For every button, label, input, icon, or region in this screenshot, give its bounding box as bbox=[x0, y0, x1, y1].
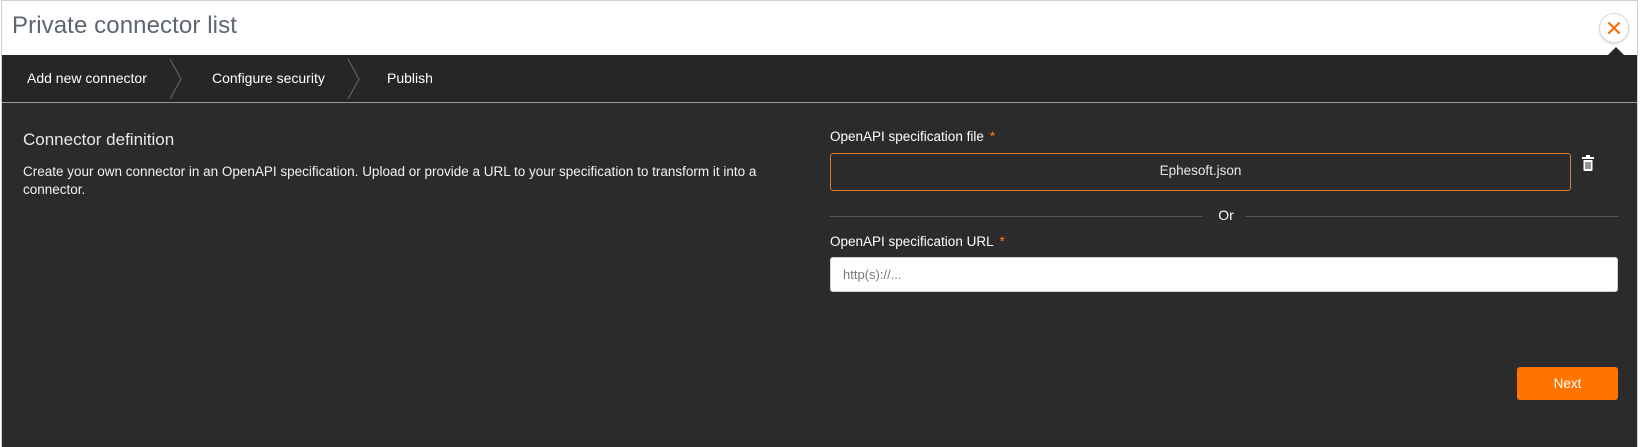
dialog-title: Private connector list bbox=[12, 12, 237, 39]
step-add-new-connector[interactable]: Add new connector bbox=[27, 55, 147, 102]
trash-icon bbox=[1582, 155, 1594, 171]
close-icon bbox=[1608, 22, 1620, 34]
url-field-label-text: OpenAPI specification URL bbox=[830, 234, 994, 249]
required-mark: * bbox=[989, 129, 996, 144]
or-divider: Or bbox=[830, 207, 1618, 225]
section-title: Connector definition bbox=[23, 130, 175, 149]
file-field-label-text: OpenAPI specification file bbox=[830, 129, 984, 144]
file-field-label: OpenAPI specification file * bbox=[830, 129, 995, 144]
dialog-body: Connector definition Create your own con… bbox=[2, 103, 1637, 447]
step-configure-security[interactable]: Configure security bbox=[212, 55, 325, 102]
required-mark: * bbox=[999, 234, 1005, 249]
chevron-right-icon bbox=[169, 59, 182, 99]
file-name: Ephesoft.json bbox=[1159, 163, 1242, 178]
url-field-label: OpenAPI specification URL * bbox=[830, 234, 1005, 249]
or-text: Or bbox=[1218, 207, 1234, 223]
section-description: Create your own connector in an OpenAPI … bbox=[23, 164, 757, 197]
delete-file-button[interactable] bbox=[1582, 155, 1594, 176]
divider-line bbox=[1246, 216, 1618, 217]
next-button[interactable]: Next bbox=[1517, 367, 1618, 400]
divider-line bbox=[830, 216, 1202, 217]
chevron-right-icon bbox=[347, 59, 360, 99]
dialog-header: Private connector list bbox=[2, 1, 1637, 56]
connector-dialog: Private connector list Add new connector… bbox=[1, 0, 1638, 447]
wizard-stepper: Add new connector Configure security Pub… bbox=[2, 55, 1637, 103]
close-button[interactable] bbox=[1599, 13, 1629, 43]
step-publish[interactable]: Publish bbox=[387, 55, 433, 102]
url-input[interactable] bbox=[830, 257, 1618, 292]
file-upload-box[interactable]: Ephesoft.json bbox=[830, 153, 1571, 191]
